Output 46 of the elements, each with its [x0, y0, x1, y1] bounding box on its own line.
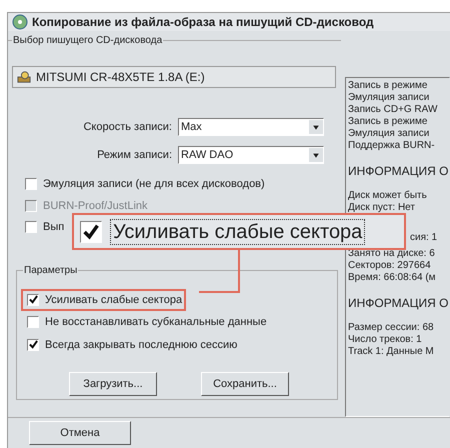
- dropdown[interactable]: RAW DAO: [178, 146, 324, 164]
- checkmark-icon: [28, 340, 38, 350]
- checkmark-icon: [83, 224, 99, 240]
- window-title: Копирование из файла-образа на пишущий CD-дисковод: [32, 14, 374, 31]
- checkbox[interactable]: [80, 220, 102, 242]
- info-line: Запись в режиме: [348, 80, 428, 92]
- info-line: Размер сессии: 68: [348, 322, 435, 334]
- option-label: BURN-Proof/JustLink: [43, 198, 148, 214]
- info-line: Поддержка BURN-: [348, 140, 436, 152]
- checkbox[interactable]: [27, 316, 39, 328]
- field-label: Скорость записи:: [82, 120, 173, 135]
- dialog-button[interactable]: Сохранить...: [201, 372, 289, 396]
- info-heading: ИНФОРМАЦИЯ О: [348, 163, 449, 180]
- info-line: Секторов: 297664: [348, 260, 432, 272]
- disc-icon: [12, 14, 28, 30]
- checkbox[interactable]: [25, 221, 37, 234]
- option-label: Не восстанавливать субканальные данные: [45, 315, 267, 330]
- drive-selector[interactable]: MITSUMI CR-48X5TE 1.8A (E:): [12, 66, 336, 88]
- group-label: Выбор пишущего CD-дисковода: [12, 34, 164, 48]
- option-label: Всегда закрывать последнюю сессию: [45, 338, 238, 352]
- option-label: Вып: [43, 220, 64, 235]
- info-line: Запись в режиме: [348, 116, 428, 128]
- checkbox[interactable]: [27, 294, 39, 306]
- field-label: Режим записи:: [96, 148, 173, 163]
- drive-icon: [16, 70, 32, 84]
- callout-label: Усиливать слабые сектора: [110, 218, 366, 244]
- dropdown[interactable]: Max: [178, 118, 324, 136]
- info-line: сия: 1: [410, 232, 438, 244]
- info-line: Занято на диске: 6: [348, 248, 436, 260]
- info-line: Диск пуст: Нет: [348, 202, 416, 214]
- info-line: Число треков: 1: [348, 334, 423, 346]
- checkmark-icon: [28, 295, 38, 304]
- info-line: Диск может быть: [348, 190, 428, 202]
- checkbox[interactable]: [25, 178, 37, 190]
- info-line: Эмуляция записи: [348, 92, 430, 104]
- option-label: Усиливать слабые сектора: [45, 292, 182, 308]
- info-line: Эмуляция записи: [348, 128, 430, 140]
- info-heading: ИНФОРМАЦИЯ О: [348, 295, 449, 312]
- option-label: Эмуляция записи (не для всех дисководов): [43, 177, 265, 192]
- info-line: Время: 66:08:64 (м: [348, 272, 437, 284]
- cancel-button[interactable]: Отмена: [29, 421, 131, 445]
- info-line: Track 1: Данные M: [348, 346, 435, 358]
- dialog-button[interactable]: Загрузить...: [69, 372, 157, 396]
- info-line: Запись CD+G RAW: [348, 104, 438, 116]
- checkbox[interactable]: [27, 338, 39, 351]
- drive-name: MITSUMI CR-48X5TE 1.8A (E:): [36, 69, 205, 86]
